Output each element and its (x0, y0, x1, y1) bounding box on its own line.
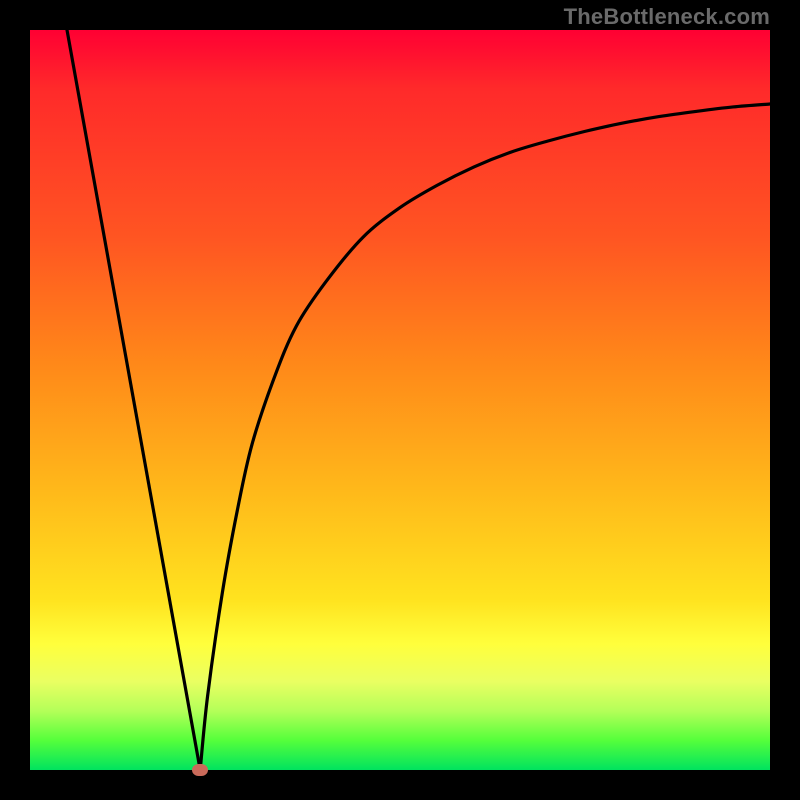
plot-area (30, 30, 770, 770)
min-marker (192, 764, 208, 776)
chart-frame: TheBottleneck.com (0, 0, 800, 800)
curve-layer (30, 30, 770, 770)
attribution-label: TheBottleneck.com (564, 4, 770, 30)
right-branch-path (200, 104, 770, 770)
left-branch-path (67, 30, 200, 770)
